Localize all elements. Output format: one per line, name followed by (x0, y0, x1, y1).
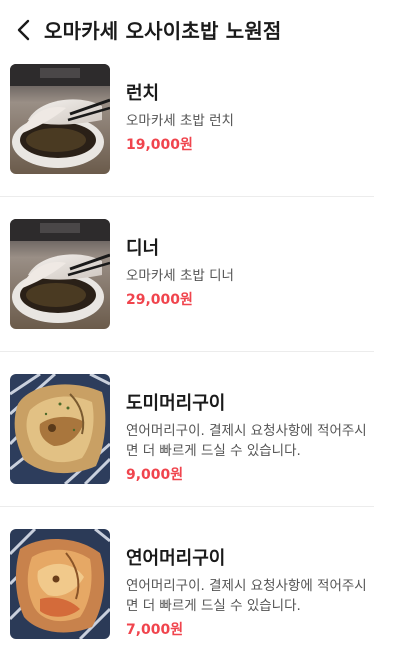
back-arrow-icon (17, 19, 30, 41)
grilled-fish-head-photo (10, 529, 110, 639)
menu-item-info: 디너 오마카세 초밥 디너 29,000원 (126, 238, 376, 310)
menu-item-image (10, 219, 110, 329)
menu-item-info: 연어머리구이 연어머리구이. 결제시 요청사항에 적어주시면 더 빠르게 드실 … (126, 548, 376, 640)
menu-item-info: 도미머리구이 연어머리구이. 결제시 요청사항에 적어주시면 더 빠르게 드실 … (126, 393, 376, 485)
menu-item-lunch[interactable]: 런치 오마카세 초밥 런치 19,000원 (0, 42, 401, 197)
menu-list: 런치 오마카세 초밥 런치 19,000원 디너 오마카세 초밥 디너 29,0… (0, 42, 401, 662)
menu-item-info: 런치 오마카세 초밥 런치 19,000원 (126, 83, 376, 155)
grilled-fish-head-photo (10, 374, 110, 484)
menu-item-name: 디너 (126, 238, 160, 259)
menu-item-name: 도미머리구이 (126, 393, 226, 414)
menu-item-description: 오마카세 초밥 디너 (126, 268, 234, 284)
sushi-photo (10, 219, 110, 329)
menu-item-dinner[interactable]: 디너 오마카세 초밥 디너 29,000원 (0, 197, 401, 352)
menu-item-description: 연어머리구이. 결제시 요청사항에 적어주시면 더 빠르게 드실 수 있습니다. (126, 423, 367, 459)
menu-item-salmon-head[interactable]: 연어머리구이 연어머리구이. 결제시 요청사항에 적어주시면 더 빠르게 드실 … (0, 507, 401, 662)
sushi-photo (10, 64, 110, 174)
menu-item-price: 9,000원 (126, 467, 184, 483)
back-button[interactable] (10, 16, 38, 44)
menu-item-price: 7,000원 (126, 622, 184, 638)
menu-item-price: 29,000원 (126, 292, 193, 308)
menu-item-image (10, 64, 110, 174)
menu-item-price: 19,000원 (126, 137, 193, 153)
menu-item-image (10, 374, 110, 484)
page-title: 오마카세 오사이초밥 노원점 (44, 19, 282, 43)
menu-item-snapper-head[interactable]: 도미머리구이 연어머리구이. 결제시 요청사항에 적어주시면 더 빠르게 드실 … (0, 352, 401, 507)
menu-item-description: 연어머리구이. 결제시 요청사항에 적어주시면 더 빠르게 드실 수 있습니다. (126, 578, 367, 614)
menu-item-name: 런치 (126, 83, 160, 104)
menu-item-description: 오마카세 초밥 런치 (126, 113, 234, 129)
menu-item-name: 연어머리구이 (126, 548, 226, 569)
menu-item-image (10, 529, 110, 639)
